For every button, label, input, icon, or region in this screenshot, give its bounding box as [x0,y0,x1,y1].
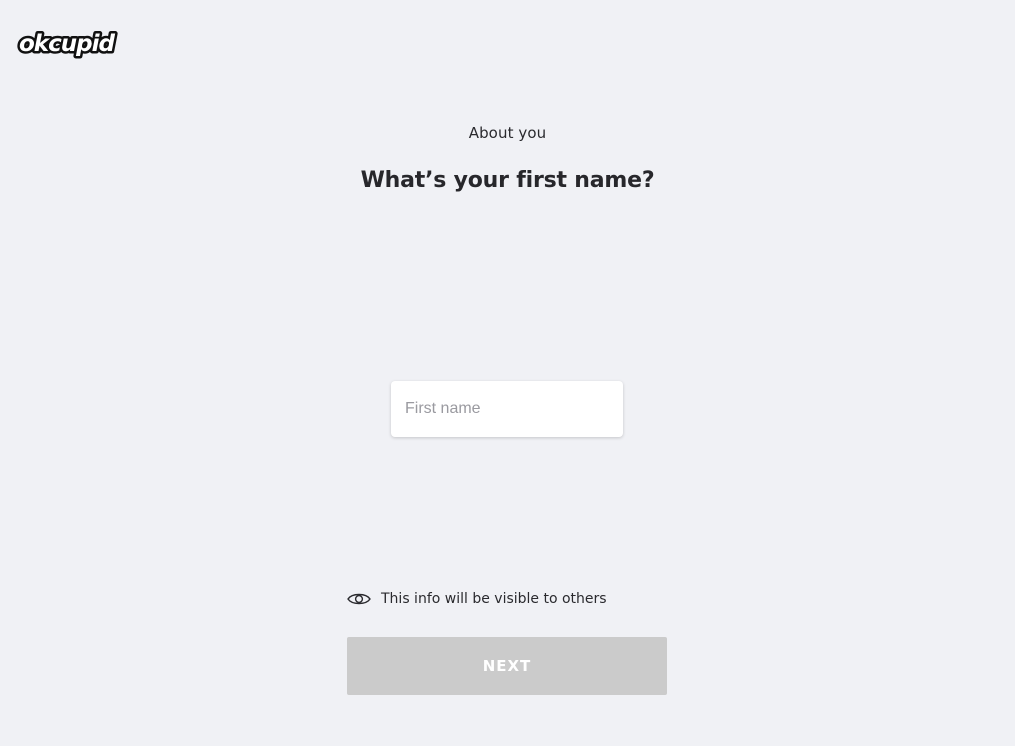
next-button[interactable]: NEXT [347,637,667,695]
section-label: About you [468,124,547,142]
eye-icon [347,593,371,605]
first-name-input[interactable] [391,381,623,437]
visibility-text: This info will be visible to others [381,591,607,607]
page-title: What’s your first name? [360,168,655,193]
visibility-note: This info will be visible to others [347,589,607,609]
svg-text:okcupid: okcupid [19,31,115,57]
okcupid-logo[interactable]: okcupid okcupid [16,26,120,60]
